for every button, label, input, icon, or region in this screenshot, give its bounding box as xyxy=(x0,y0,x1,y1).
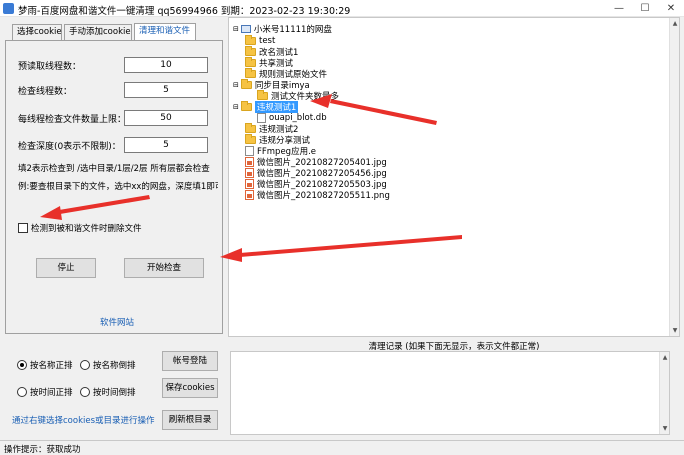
status-text: 操作提示：获取成功 xyxy=(4,445,81,455)
file-icon xyxy=(245,145,254,156)
tree-item[interactable]: 规则测试原始文件 xyxy=(245,67,327,80)
folder-icon xyxy=(245,56,256,67)
tree-item[interactable]: FFmpeg应用.e xyxy=(245,145,316,157)
depth-hint-line2: 例:要查根目录下的文件，选中xx的网盘，深度填1即可 xyxy=(18,182,218,192)
start-check-button[interactable]: 开始检查 xyxy=(124,258,204,278)
tree-root-label: 小米号11111的网盘 xyxy=(253,24,332,35)
depth-hint-line1: 填2表示检查到 /选中目录/1层/2层 所有层都会检查 xyxy=(18,164,210,174)
app-icon xyxy=(3,3,14,14)
scroll-down-icon[interactable]: ▼ xyxy=(671,327,679,334)
folder-icon xyxy=(240,78,252,89)
sort-time-desc-label: 按时间倒排 xyxy=(93,388,136,398)
clean-settings-panel: 预读取线程数： 10 检查线程数： 5 每线程检查文件数量上限： 50 检查深度… xyxy=(5,40,223,334)
tree-root[interactable]: ⊟ 小米号11111的网盘 xyxy=(233,23,332,35)
disk-icon xyxy=(240,24,251,33)
tree-item[interactable]: 共享测试 xyxy=(245,56,293,69)
sort-name-asc-label: 按名称正排 xyxy=(30,361,73,371)
sort-time-asc[interactable]: 按时间正排 xyxy=(17,386,73,398)
check-depth-input[interactable]: 5 xyxy=(124,137,208,153)
refresh-root-button[interactable]: 刷新根目录 xyxy=(162,410,218,430)
tree-item[interactable]: 微信图片_20210827205511.png xyxy=(245,189,390,201)
delete-checkbox-label: 检测到被和谐文件时删除文件 xyxy=(31,224,142,234)
delete-harmonized-option[interactable]: 检测到被和谐文件时删除文件 xyxy=(18,222,142,234)
minimize-button[interactable]: — xyxy=(606,0,632,17)
tab-clean-files[interactable]: 清理和谐文件 xyxy=(134,23,196,41)
tab-select-cookie[interactable]: 选择cookie xyxy=(12,24,62,40)
title-bar: 梦雨-百度网盘和谐文件一键清理 qq56994966 到期：2023-02-23… xyxy=(0,0,684,17)
tree-item[interactable]: ⊟ 违规测试1 xyxy=(233,100,299,113)
app-window: 梦雨-百度网盘和谐文件一键清理 qq56994966 到期：2023-02-23… xyxy=(0,0,684,455)
check-depth-label: 检查深度(0表示不限制)： xyxy=(18,142,121,152)
image-file-icon xyxy=(245,178,254,189)
tree-item-label: test xyxy=(259,35,276,46)
image-file-icon xyxy=(245,156,254,167)
stop-button[interactable]: 停止 xyxy=(36,258,96,278)
tree-item-label: 微信图片_20210827205511.png xyxy=(257,190,390,201)
tree-item[interactable]: ⊟ 同步目录imya xyxy=(233,78,310,91)
tree-item[interactable]: 测试文件夹数量多 xyxy=(257,89,339,102)
file-icon xyxy=(257,112,266,123)
sort-name-asc[interactable]: 按名称正排 xyxy=(17,359,73,371)
window-controls: — ☐ ✕ xyxy=(606,0,684,17)
image-file-icon xyxy=(245,167,254,178)
tree-item[interactable]: ouapi_blot.db xyxy=(257,112,327,123)
status-bar: 操作提示：获取成功 xyxy=(0,440,684,455)
software-site-link[interactable]: 软件网站 xyxy=(100,316,134,328)
sort-name-desc[interactable]: 按名称倒排 xyxy=(80,359,136,371)
delete-checkbox[interactable] xyxy=(18,223,28,233)
tree-scrollbar[interactable]: ▲ ▼ xyxy=(669,18,679,336)
radio-time-asc[interactable] xyxy=(17,387,27,397)
folder-icon xyxy=(245,45,256,56)
sort-name-desc-label: 按名称倒排 xyxy=(93,361,136,371)
tree-item[interactable]: 违规测试2 xyxy=(245,122,298,135)
image-file-icon xyxy=(245,189,254,200)
login-button[interactable]: 帐号登陆 xyxy=(162,351,218,371)
scroll-up-icon[interactable]: ▲ xyxy=(671,20,679,27)
scroll-down-icon[interactable]: ▼ xyxy=(661,425,669,432)
sort-time-desc[interactable]: 按时间倒排 xyxy=(80,386,136,398)
folder-icon xyxy=(245,67,256,78)
radio-time-desc[interactable] xyxy=(80,387,90,397)
collapse-icon[interactable]: ⊟ xyxy=(233,103,239,111)
netdisk-tree[interactable]: ⊟ 小米号11111的网盘 test 改名测试1 共享测试 规则测试原始文件 ⊟… xyxy=(228,17,680,337)
folder-icon xyxy=(245,122,256,133)
per-thread-limit-label: 每线程检查文件数量上限： xyxy=(18,115,127,125)
radio-name-asc[interactable] xyxy=(17,360,27,370)
clean-log-list[interactable]: ▲ ▼ xyxy=(230,351,670,435)
tree-item-label-selected: 违规测试1 xyxy=(254,100,299,113)
close-button[interactable]: ✕ xyxy=(658,0,684,17)
window-title: 梦雨-百度网盘和谐文件一键清理 qq56994966 到期：2023-02-23… xyxy=(18,6,351,17)
per-thread-limit-input[interactable]: 50 xyxy=(124,110,208,126)
preread-threads-label: 预读取线程数： xyxy=(18,62,82,72)
tree-item[interactable]: 微信图片_20210827205456.jpg xyxy=(245,167,387,179)
log-scrollbar[interactable]: ▲ ▼ xyxy=(659,352,669,434)
check-threads-label: 检查线程数： xyxy=(18,87,73,97)
tree-item-label: ouapi_blot.db xyxy=(269,112,327,123)
tree-item[interactable]: 微信图片_20210827205401.jpg xyxy=(245,156,387,168)
tree-item[interactable]: test xyxy=(245,34,276,46)
preread-threads-input[interactable]: 10 xyxy=(124,57,208,73)
collapse-icon[interactable]: ⊟ xyxy=(233,81,239,89)
radio-name-desc[interactable] xyxy=(80,360,90,370)
folder-icon xyxy=(257,89,268,100)
collapse-icon[interactable]: ⊟ xyxy=(233,25,239,33)
tree-item[interactable]: 违规分享测试 xyxy=(245,133,310,146)
tree-item[interactable]: 改名测试1 xyxy=(245,45,298,58)
folder-icon xyxy=(240,100,252,111)
tab-add-cookie[interactable]: 手动添加cookie xyxy=(64,24,132,40)
folder-icon xyxy=(245,34,256,45)
folder-icon xyxy=(245,133,256,144)
sort-time-asc-label: 按时间正排 xyxy=(30,388,73,398)
right-click-hint: 通过右键选择cookies或目录进行操作 xyxy=(12,416,155,426)
check-threads-input[interactable]: 5 xyxy=(124,82,208,98)
scroll-up-icon[interactable]: ▲ xyxy=(661,354,669,361)
save-cookies-button[interactable]: 保存cookies xyxy=(162,378,218,398)
maximize-button[interactable]: ☐ xyxy=(632,0,658,17)
tree-item[interactable]: 微信图片_20210827205503.jpg xyxy=(245,178,387,190)
